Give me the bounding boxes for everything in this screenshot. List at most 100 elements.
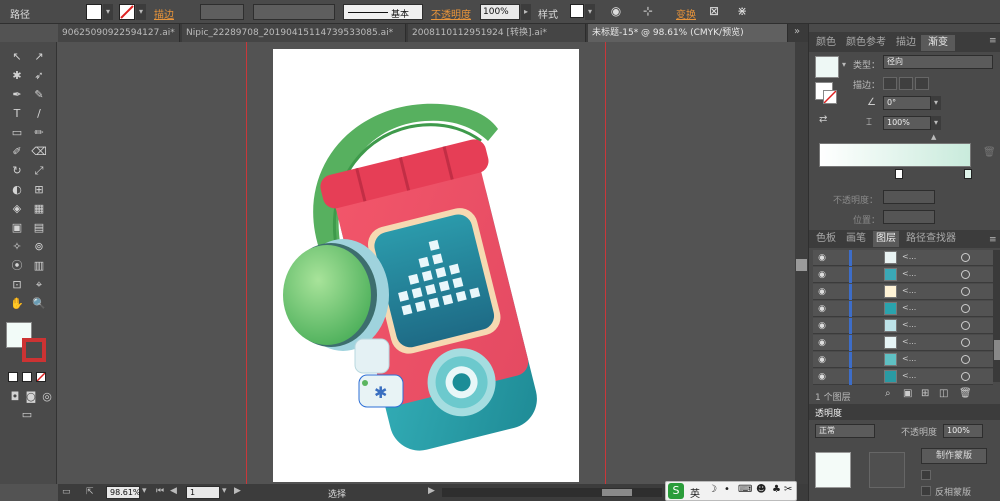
- tab-doc-2[interactable]: Nipic_22289708_20190415114739533085.ai*: [182, 24, 406, 42]
- layer-row[interactable]: ◉ <...: [813, 335, 993, 351]
- draw-inside-icon[interactable]: ◎: [38, 388, 56, 406]
- artboard-index-field[interactable]: 1: [186, 486, 220, 499]
- style-swatch[interactable]: [570, 4, 584, 18]
- opacity-field[interactable]: 100%: [480, 4, 520, 20]
- layer-row[interactable]: ◉ <...: [813, 250, 993, 266]
- symbol-sprayer-tool-icon[interactable]: ⦿: [8, 257, 26, 275]
- recolor-icon[interactable]: ◉: [608, 4, 624, 18]
- tab-doc-4[interactable]: 未标题-15* @ 98.61% (CMYK/预览): [588, 24, 788, 42]
- direct-selection-tool-icon[interactable]: ↗: [30, 48, 48, 66]
- visibility-eye-icon[interactable]: ◉: [816, 371, 828, 383]
- artboard-tool-icon[interactable]: ⊡: [8, 276, 26, 294]
- tools-icon[interactable]: ✂: [784, 484, 792, 495]
- tab-color-guide[interactable]: 颜色参考: [841, 35, 891, 51]
- layers-scrollbar-thumb[interactable]: [994, 340, 1000, 360]
- target-circle-icon[interactable]: [961, 321, 970, 330]
- stroke-style-dropdown[interactable]: 基本: [343, 4, 423, 20]
- slice-tool-icon[interactable]: ⌖: [30, 276, 48, 294]
- tab-brushes[interactable]: 画笔: [843, 231, 869, 247]
- selection-tool-icon[interactable]: ↖: [8, 48, 26, 66]
- stroke-across-button[interactable]: [915, 77, 929, 90]
- new-sublayer-icon[interactable]: ⊞: [921, 388, 929, 399]
- pencil-tool-icon[interactable]: ✐: [8, 143, 26, 161]
- variable-width-dropdown[interactable]: [253, 4, 335, 20]
- lasso-tool-icon[interactable]: ➶: [30, 67, 48, 85]
- layer-row[interactable]: ◉ <...: [813, 301, 993, 317]
- angle-dropdown-arrow[interactable]: ▾: [931, 96, 941, 110]
- layer-row[interactable]: ◉ <...: [813, 318, 993, 334]
- visibility-eye-icon[interactable]: ◉: [816, 286, 828, 298]
- stop-opacity-field[interactable]: [883, 190, 935, 204]
- artboard[interactable]: ✱: [273, 49, 579, 482]
- stop-location-field[interactable]: [883, 210, 935, 224]
- sogou-icon[interactable]: S: [668, 483, 684, 499]
- gradient-stop-left[interactable]: [895, 169, 903, 179]
- shape-builder-tool-icon[interactable]: ◈: [8, 200, 26, 218]
- align-icon[interactable]: ⊹: [640, 4, 656, 18]
- status-toggle-icon[interactable]: ▭: [62, 487, 71, 497]
- layer-row[interactable]: ◉ <...: [813, 267, 993, 283]
- tab-stroke[interactable]: 描边: [893, 35, 919, 51]
- line-tool-icon[interactable]: /: [30, 105, 48, 123]
- magic-wand-tool-icon[interactable]: ✱: [8, 67, 26, 85]
- tab-swatches[interactable]: 色板: [813, 231, 839, 247]
- rectangle-tool-icon[interactable]: ▭: [8, 124, 26, 142]
- blend-mode-dropdown[interactable]: 正常: [815, 424, 875, 438]
- delete-stop-icon[interactable]: 🗑: [983, 147, 996, 158]
- tab-color[interactable]: 颜色: [813, 35, 839, 51]
- tab-layers[interactable]: 图层: [873, 231, 899, 247]
- options-icon[interactable]: ⋇: [734, 4, 750, 18]
- invert-mask-checkbox[interactable]: [921, 486, 931, 496]
- clipping-mask-icon[interactable]: ▣: [903, 388, 912, 399]
- tab-gradient[interactable]: 渐变: [921, 35, 955, 51]
- next-artboard-icon[interactable]: ▶: [234, 486, 241, 496]
- aspect-ratio-field[interactable]: 100%: [883, 116, 931, 130]
- layers-menu-icon[interactable]: ≡: [989, 235, 997, 245]
- zoom-dropdown-icon[interactable]: ▾: [142, 486, 147, 496]
- mesh-tool-icon[interactable]: ▣: [8, 219, 26, 237]
- visibility-eye-icon[interactable]: ◉: [816, 303, 828, 315]
- target-circle-icon[interactable]: [961, 338, 970, 347]
- style-dropdown-arrow[interactable]: ▾: [585, 4, 595, 20]
- zoom-field[interactable]: 98.61%: [106, 486, 141, 499]
- export-icon[interactable]: ⇱: [86, 487, 94, 497]
- target-circle-icon[interactable]: [961, 270, 970, 279]
- isolate-icon[interactable]: ⊠: [706, 4, 722, 18]
- perspective-tool-icon[interactable]: ▦: [30, 200, 48, 218]
- screen-mode-icon[interactable]: ▭: [18, 406, 36, 424]
- shirt-icon[interactable]: ♣: [772, 484, 781, 495]
- halfwidth-icon[interactable]: ☽: [708, 484, 717, 495]
- layer-row[interactable]: ◉ <...: [813, 284, 993, 300]
- angle-field[interactable]: 0°: [883, 96, 931, 110]
- tab-doc-3[interactable]: 20081101129​51924 [转换].ai*: [408, 24, 586, 42]
- stroke-dropdown-arrow[interactable]: ▾: [136, 4, 146, 20]
- pen-tool-icon[interactable]: ✒: [8, 86, 26, 104]
- stroke-swatch[interactable]: [119, 4, 135, 20]
- layer-row[interactable]: ◉ <...: [813, 369, 993, 385]
- visibility-eye-icon[interactable]: ◉: [816, 354, 828, 366]
- scale-tool-icon[interactable]: ⤢: [30, 162, 48, 180]
- free-transform-tool-icon[interactable]: ⊞: [30, 181, 48, 199]
- target-circle-icon[interactable]: [961, 304, 970, 313]
- eraser-tool-icon[interactable]: ⌫: [30, 143, 48, 161]
- visibility-eye-icon[interactable]: ◉: [816, 269, 828, 281]
- clip-checkbox[interactable]: [921, 470, 931, 480]
- delete-layer-icon[interactable]: 🗑: [959, 388, 972, 399]
- blend-tool-icon[interactable]: ⊚: [30, 238, 48, 256]
- transparency-opacity-field[interactable]: 100%: [943, 424, 983, 438]
- layers-scrollbar[interactable]: [993, 250, 1000, 382]
- paintbrush-tool-icon[interactable]: ✏: [30, 124, 48, 142]
- ime-lang[interactable]: 英: [690, 485, 700, 500]
- layer-row[interactable]: ◉ <...: [813, 352, 993, 368]
- gradient-tool-icon[interactable]: ▤: [30, 219, 48, 237]
- keyboard-icon[interactable]: ⌨: [738, 484, 752, 495]
- gradient-type-dropdown[interactable]: 径向: [883, 55, 993, 69]
- eyedropper-tool-icon[interactable]: ✧: [8, 238, 26, 256]
- tabs-overflow-icon[interactable]: »: [794, 26, 800, 37]
- new-layer-icon[interactable]: ◫: [939, 388, 948, 399]
- reverse-gradient-icon[interactable]: ⇄: [819, 114, 827, 125]
- hand-tool-icon[interactable]: ✋: [8, 295, 26, 313]
- scrollbar-thumb[interactable]: [796, 259, 807, 271]
- zoom-tool-icon[interactable]: 🔍: [30, 295, 48, 313]
- panel-menu-icon[interactable]: ≡: [989, 36, 997, 46]
